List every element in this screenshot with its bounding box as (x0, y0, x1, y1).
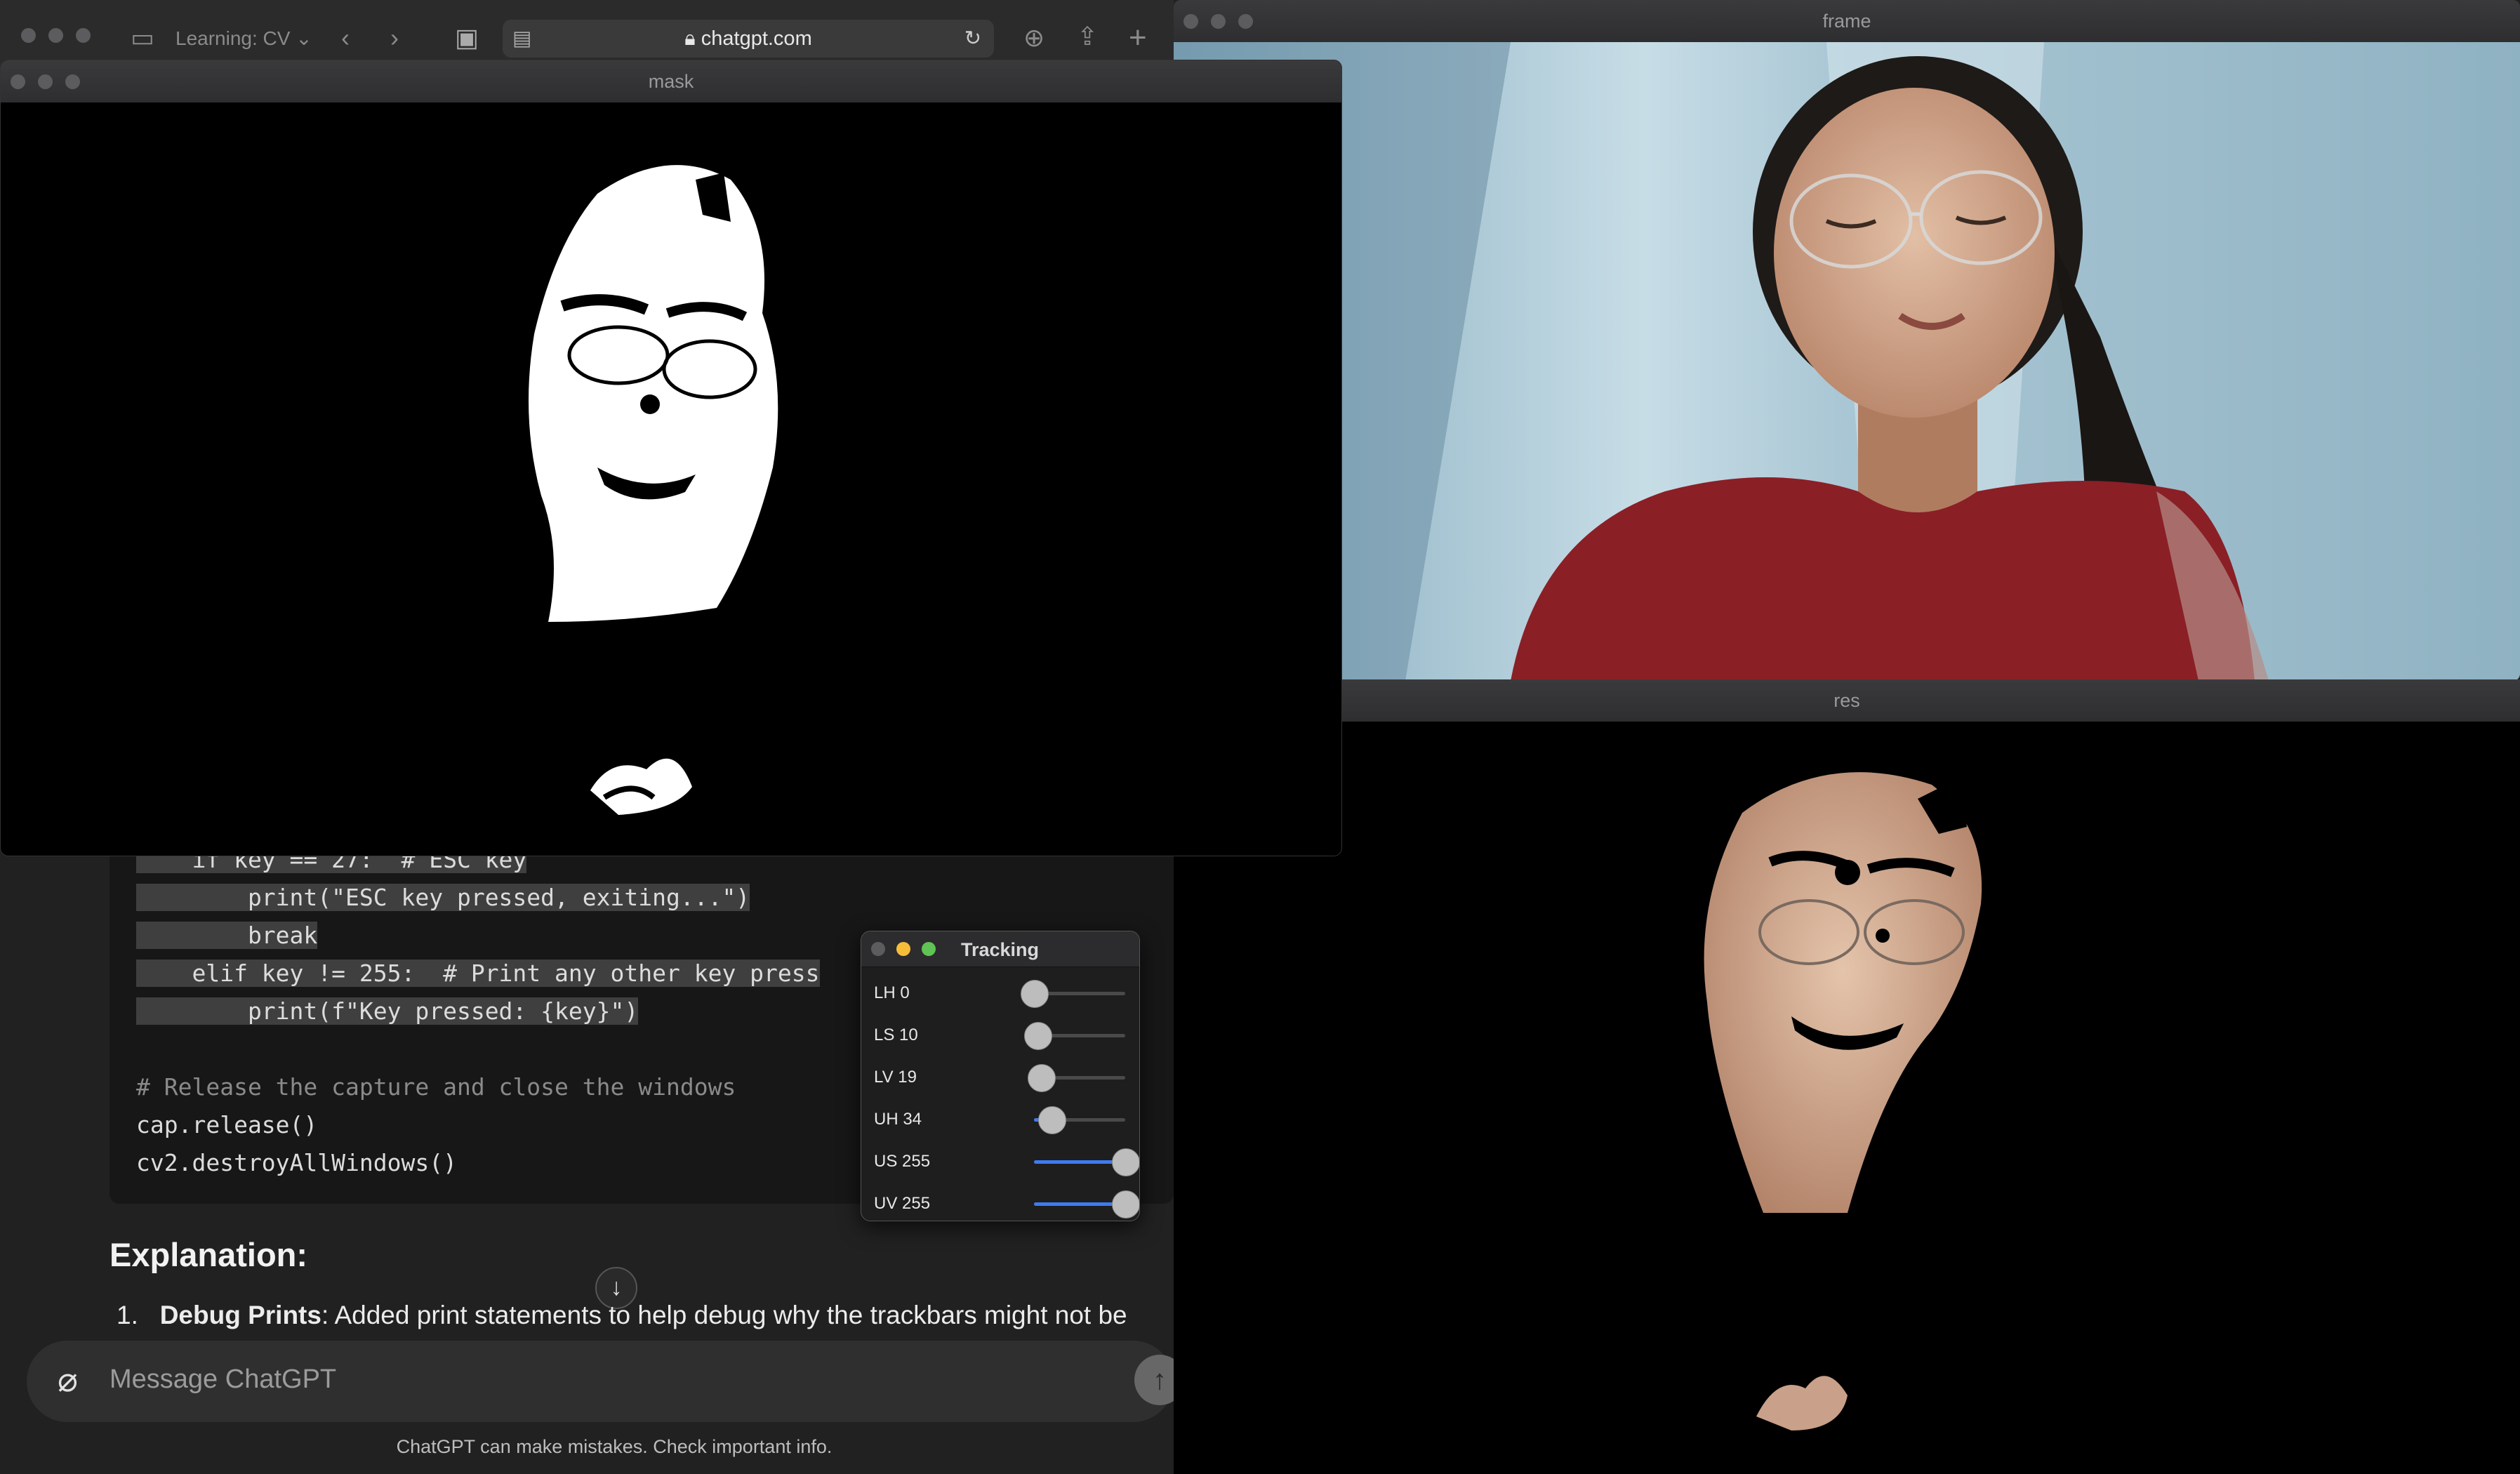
tracking-window: Tracking LH 0 LS 10 LV 19 UH 34 US 255 UV 255 (861, 931, 1140, 1221)
list-number: 1. (117, 1301, 138, 1329)
code-line: # Release the capture and close the wind… (136, 1073, 736, 1101)
code-line: elif key != 255: # Print any other key p… (136, 960, 820, 987)
res-window-titlebar[interactable]: res (1174, 679, 2520, 722)
zoom-button[interactable] (1238, 14, 1253, 29)
trackbar-label: UH 34 (874, 1110, 922, 1129)
code-line: print("ESC key pressed, exiting...") (136, 884, 750, 911)
trackbar-knob[interactable] (1024, 1022, 1053, 1050)
close-button[interactable] (21, 28, 36, 43)
mask-window-controls[interactable] (11, 74, 80, 89)
camera-icon[interactable]: ▣ (455, 25, 479, 51)
mask-binary-image (1, 102, 1341, 856)
code-line: cv2.destroyAllWindows() (136, 1149, 457, 1176)
trackbar-slider[interactable] (1021, 980, 1125, 1008)
close-button[interactable] (1183, 14, 1198, 29)
trackbar-slider[interactable] (1024, 1022, 1125, 1050)
trackbar-knob[interactable] (1021, 980, 1049, 1008)
trackbar-label: LS 10 (874, 1025, 918, 1044)
zoom-button[interactable] (65, 74, 80, 89)
frame-window: frame (1174, 0, 2520, 681)
share-icon[interactable]: ⇪ (1077, 24, 1098, 49)
res-window: res (1174, 679, 2520, 1474)
reader-icon[interactable]: ▤ (512, 20, 531, 58)
minimize-button[interactable] (896, 942, 910, 956)
trackbar-row: LS 10 (874, 1016, 1127, 1055)
close-button[interactable] (11, 74, 25, 89)
new-tab-icon[interactable]: + (1129, 22, 1147, 53)
res-window-title: res (1833, 690, 1860, 711)
message-composer[interactable]: ⌀ Message ChatGPT ↑ (27, 1341, 1185, 1422)
tracking-window-title: Tracking (961, 939, 1040, 960)
trackbar-label: LH 0 (874, 983, 910, 1002)
trackbar-knob[interactable] (1112, 1190, 1139, 1219)
trackbar-label: UV 255 (874, 1194, 931, 1213)
code-line: break (136, 922, 318, 949)
frame-window-title: frame (1822, 11, 1871, 32)
trackbar-row: LV 19 (874, 1058, 1127, 1097)
zoom-button[interactable] (922, 942, 936, 956)
minimize-button[interactable] (1211, 14, 1226, 29)
trackbar-slider[interactable] (1034, 1106, 1125, 1134)
list-item-bold: Debug Prints (159, 1301, 321, 1329)
reload-icon[interactable]: ↻ (964, 20, 981, 58)
trackbar-knob[interactable] (1037, 1106, 1066, 1134)
message-input[interactable]: Message ChatGPT (110, 1365, 336, 1395)
explanation-heading: Explanation: (110, 1236, 308, 1273)
explanation-list-item: 1. Debug Prints: Added print statements … (117, 1301, 1127, 1330)
trackbar-slider[interactable] (1034, 1190, 1139, 1219)
res-masked-image (1174, 722, 2520, 1474)
close-button[interactable] (871, 942, 885, 956)
minimize-button[interactable] (48, 28, 63, 43)
trackbar-slider[interactable] (1027, 1064, 1125, 1092)
download-icon[interactable]: ⊕ (1023, 25, 1045, 51)
tracking-window-controls[interactable] (871, 942, 936, 956)
trackbar-row: LH 0 (874, 974, 1127, 1013)
tab-group-label: Learning: CV (175, 27, 291, 49)
tracking-window-titlebar[interactable]: Tracking (861, 931, 1139, 967)
url-text: chatgpt.com (701, 27, 812, 50)
trackbar-knob[interactable] (1112, 1148, 1139, 1176)
trackbar-knob[interactable] (1027, 1064, 1056, 1092)
back-icon[interactable]: ‹ (341, 25, 350, 51)
minimize-button[interactable] (38, 74, 53, 89)
sidebar-icon[interactable]: ▭ (131, 25, 154, 51)
trackbar-slider[interactable] (1034, 1148, 1139, 1176)
code-line: print(f"Key pressed: {key}") (136, 997, 639, 1025)
forward-icon[interactable]: › (390, 25, 399, 51)
paperclip-icon[interactable]: ⌀ (58, 1360, 78, 1400)
tab-group-selector[interactable]: Learning: CV ⌄ (175, 27, 312, 50)
code-line: cap.release() (136, 1111, 318, 1138)
trackbar-row: UH 34 (874, 1100, 1127, 1139)
mask-window-titlebar[interactable]: mask (1, 60, 1341, 103)
zoom-button[interactable] (76, 28, 91, 43)
disclaimer-text: ChatGPT can make mistakes. Check importa… (396, 1436, 833, 1457)
address-bar[interactable]: ▤ 🔒︎ chatgpt.com ↻ (503, 20, 994, 58)
lock-icon: 🔒︎ (684, 27, 696, 50)
trackbar-row: US 255 (874, 1142, 1139, 1181)
frame-window-titlebar[interactable]: frame (1174, 0, 2520, 43)
frame-camera-image (1174, 42, 2520, 681)
mask-window: mask (0, 60, 1342, 856)
trackbar-label: US 255 (874, 1152, 931, 1171)
browser-window-controls[interactable] (21, 28, 91, 43)
trackbar-label: LV 19 (874, 1068, 917, 1087)
list-item-text: : Added print statements to help debug w… (321, 1301, 1127, 1329)
mask-window-title: mask (648, 71, 694, 92)
trackbar-row: UV 255 (874, 1184, 1139, 1221)
frame-window-controls[interactable] (1183, 14, 1253, 29)
